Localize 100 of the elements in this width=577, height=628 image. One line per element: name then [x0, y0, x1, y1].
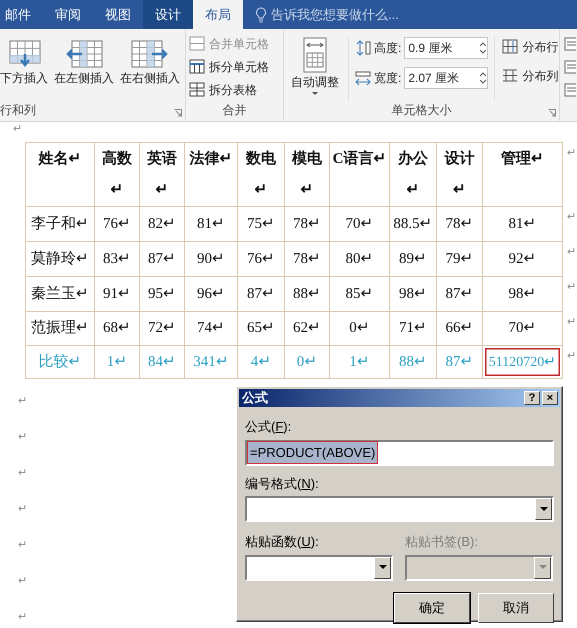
field-label: 编号格式(N):	[245, 474, 320, 493]
autofit-button[interactable]: 自动调整	[288, 35, 342, 101]
help-button[interactable]: ?	[524, 391, 540, 405]
table-cell: 89↵	[390, 242, 436, 276]
close-button[interactable]: ×	[542, 391, 558, 405]
insert-button[interactable]: 在右侧插入	[117, 35, 183, 101]
ribbon-tab[interactable]: 审阅	[43, 0, 93, 29]
caret-icon	[540, 506, 548, 512]
table-cell: 76↵	[94, 206, 140, 242]
table-cell: 79↵	[436, 242, 482, 276]
paragraph-mark: ↵	[12, 122, 22, 137]
ribbon-tab[interactable]: 设计	[143, 0, 193, 29]
paragraph-mark: ↵	[567, 210, 576, 225]
column-header: 法律↵	[184, 142, 238, 206]
table-cell: 比较↵	[26, 346, 94, 378]
insert-button[interactable]: 在左侧插入	[51, 35, 117, 101]
height-label: 高度:	[374, 40, 402, 57]
table-cell: 341↵	[184, 346, 238, 378]
table-cell: 1↵	[330, 346, 390, 378]
insert-button[interactable]: 下方插入	[0, 35, 51, 101]
merge-menu-button[interactable]: 拆分表格	[186, 78, 283, 101]
spinner-icon	[479, 71, 488, 85]
table-cell: 李子和↵	[26, 206, 94, 242]
width-field[interactable]: 2.07 厘米	[404, 67, 488, 89]
split-table-icon	[189, 82, 205, 97]
caret-icon	[378, 565, 386, 570]
table-cell: 0↵	[330, 312, 390, 346]
table-cell: 78↵	[284, 206, 330, 242]
table-cell: 62↵	[284, 312, 330, 346]
table-cell: 莫静玲↵	[26, 242, 94, 276]
number-format-dropdown[interactable]	[245, 496, 554, 522]
paragraph-mark: ↵	[567, 146, 576, 161]
table-cell: 95↵	[140, 276, 184, 312]
table-cell: 70↵	[482, 312, 562, 346]
paragraph-mark: ↵	[18, 466, 27, 481]
table-cell: 78↵	[284, 242, 330, 276]
column-header: 英语↵	[140, 142, 184, 206]
spinner-icon	[479, 41, 488, 55]
paragraph-mark: ↵	[567, 280, 576, 295]
cancel-button[interactable]: 取消	[478, 592, 554, 622]
table-cell: 66↵	[436, 312, 482, 346]
table-cell: 74↵	[184, 312, 238, 346]
table-cell: 82↵	[140, 206, 184, 242]
caret-icon	[538, 565, 546, 570]
table-cell: 51120720↵	[482, 346, 562, 378]
column-width-icon	[355, 70, 371, 86]
column-header: C语言↵	[330, 142, 390, 206]
distribute-columns-button[interactable]: 分布列	[499, 64, 559, 87]
table-cell: 72↵	[140, 312, 184, 346]
column-header: 高数↵	[94, 142, 140, 206]
dialog-title: 公式	[242, 389, 268, 408]
dropdown-button[interactable]	[535, 498, 552, 520]
paragraph-mark: ↵	[18, 574, 27, 589]
table-cell: 65↵	[238, 312, 284, 346]
merge-cells-icon	[189, 36, 205, 51]
paragraph-mark: ↵	[567, 245, 576, 260]
ribbon-tab[interactable]: 视图	[93, 0, 143, 29]
ribbon-tab[interactable]: 邮件	[0, 0, 43, 29]
ribbon-tab[interactable]: 布局	[193, 0, 243, 29]
group-label: 行和列	[0, 102, 36, 119]
table-cell: 秦兰玉↵	[26, 276, 94, 312]
split-cells-icon	[189, 59, 205, 74]
table-cell: 85↵	[330, 276, 390, 312]
table-cell: 87↵	[436, 346, 482, 378]
table-cell: 87↵	[436, 276, 482, 312]
paragraph-mark: ↵	[567, 315, 576, 330]
table-cell: 81↵	[482, 206, 562, 242]
table-cell: 87↵	[140, 242, 184, 276]
dialog-launcher-icon	[548, 109, 556, 117]
table-cell: 78↵	[436, 206, 482, 242]
column-header: 模电↵	[284, 142, 330, 206]
search-hint[interactable]: 告诉我您想要做什么...	[271, 4, 399, 24]
table-cell: 75↵	[238, 206, 284, 242]
table-cell: 4↵	[238, 346, 284, 378]
table-cell: 98↵	[390, 276, 436, 312]
formula-field[interactable]: =PRODUCT(ABOVE)	[245, 440, 554, 466]
table-cell: 0↵	[284, 346, 330, 378]
field-label: 粘贴函数(U):	[245, 533, 320, 551]
row-height-icon	[355, 40, 371, 56]
paragraph-mark: ↵	[18, 538, 27, 553]
table-cell: 84↵	[140, 346, 184, 378]
dropdown-button[interactable]	[374, 556, 391, 578]
selected-text: =PRODUCT(ABOVE)	[247, 440, 378, 464]
table-cell: 76↵	[238, 242, 284, 276]
table-cell: 88↵	[390, 346, 436, 378]
table-cell: 87↵	[238, 276, 284, 312]
table-cell: 范振理↵	[26, 312, 94, 346]
merge-menu-button[interactable]: 拆分单元格	[186, 55, 283, 78]
paragraph-mark: ↵	[18, 394, 27, 409]
table-cell: 80↵	[330, 242, 390, 276]
distribute-rows-button[interactable]: 分布行	[499, 35, 559, 58]
height-field[interactable]: 0.9 厘米	[404, 37, 488, 59]
paragraph-mark: ↵	[18, 430, 27, 445]
distribute-columns-icon	[502, 68, 518, 83]
column-header: 姓名↵	[26, 142, 94, 206]
table-cell: 96↵	[184, 276, 238, 312]
table-cell: 71↵	[390, 312, 436, 346]
table-cell: 98↵	[482, 276, 562, 312]
paste-function-dropdown[interactable]	[245, 554, 393, 580]
ok-button[interactable]: 确定	[394, 592, 470, 622]
